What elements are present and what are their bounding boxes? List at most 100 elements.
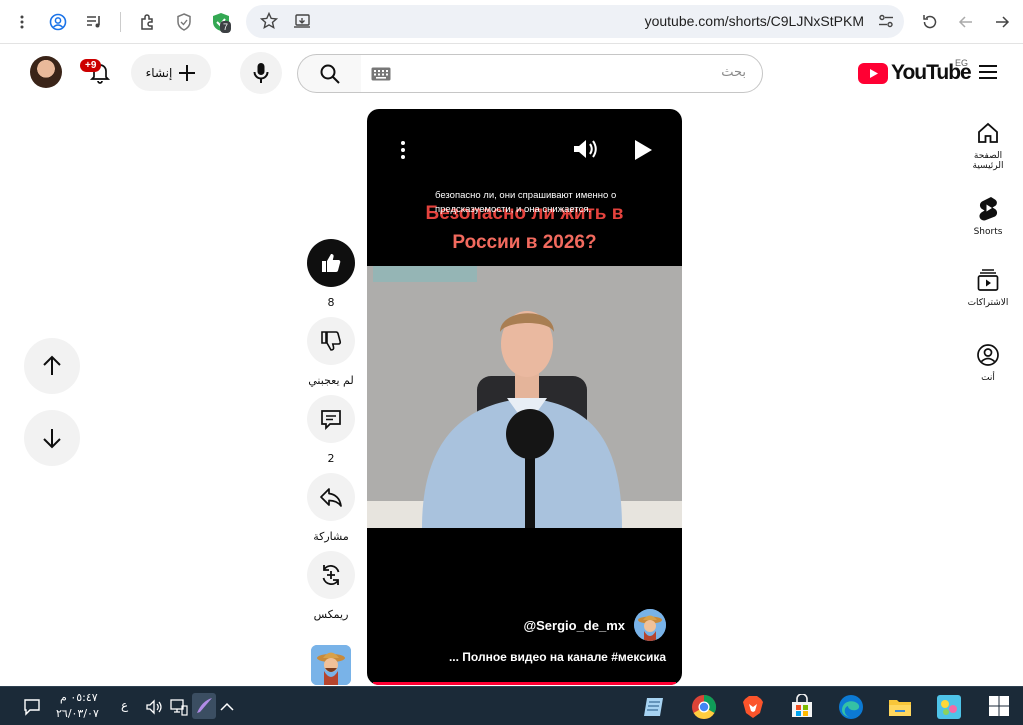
search-placeholder: بحث [721,65,746,80]
guide-item-shorts[interactable]: Shorts [958,195,1018,237]
pen-app-icon[interactable] [192,693,216,719]
video-description[interactable]: ... Полное видео на канале #мексика [449,650,666,664]
brave-app-icon[interactable] [740,694,766,720]
start-windows-icon[interactable] [987,694,1013,720]
share-label: مشاركة [313,530,349,543]
notepad-app-icon[interactable] [641,694,667,720]
profile-icon[interactable] [44,8,72,36]
shorts-icon [979,197,998,221]
like-count: 8 [327,296,335,309]
play-icon[interactable] [632,138,654,162]
edge-app-icon[interactable] [838,694,864,720]
plus-icon [179,64,196,81]
network-icon[interactable] [170,698,188,716]
remix-icon [322,565,340,585]
guide-item-label: أنت [981,373,995,383]
dislike-button[interactable] [307,317,355,365]
install-app-icon[interactable] [288,7,316,35]
you-icon [977,344,999,366]
share-action[interactable]: مشاركة [307,473,355,543]
remix-action[interactable]: ريمكس [307,551,355,621]
browser-toolbar: 7 youtube.com/shorts/C9LJNxStPKM [0,0,1023,44]
url-text[interactable]: youtube.com/shorts/C9LJNxStPKM [645,13,864,29]
guide-item-label: Shorts [973,227,1003,237]
chevron-up-icon[interactable] [218,698,236,716]
thumbs-down-icon [321,331,342,351]
shield-extension-icon[interactable] [170,8,198,36]
channel-avatar[interactable] [634,609,666,641]
voice-search-button[interactable] [240,52,282,94]
guide-item-you[interactable]: أنت [958,343,1018,383]
search-button[interactable] [297,54,361,93]
microphone-icon [253,63,269,83]
channel-name[interactable]: @Sergio_de_mx [523,618,625,633]
account-avatar[interactable] [30,56,62,88]
notifications-badge: +9 [80,59,102,72]
playback-progress-bar[interactable] [373,682,676,685]
like-button[interactable] [307,239,355,287]
browser-menu-icon[interactable] [8,8,36,36]
guide-item-label: الاشتراكات [967,298,1009,308]
like-action[interactable]: 8 [307,239,355,309]
sound-thumbnail[interactable] [311,645,351,685]
channel-mascot-icon [634,609,666,641]
keyboard-icon[interactable] [371,67,391,81]
taskbar-date[interactable]: ٢٦/٠٣/٠٧ [56,707,99,720]
title-line-2: России в 2026? [452,232,597,253]
channel-row[interactable]: @Sergio_de_mx [523,609,666,641]
store-app-icon[interactable] [789,694,815,720]
guide-item-label: الصفحة الرئيسية [972,151,1004,171]
toolbar-divider [120,12,121,32]
arrow-up-icon [43,355,61,375]
region-code: EG [955,58,969,68]
youtube-logo[interactable]: YouTube [858,61,972,85]
media-control-icon[interactable] [80,8,108,36]
guide-item-subscriptions[interactable]: الاشتراكات [958,268,1018,308]
video-caption: безопасно ли, они спрашивают именно о пр… [435,190,617,215]
volume-icon[interactable] [572,137,598,161]
video-scene-image [367,266,682,528]
previous-short-button[interactable] [24,338,80,394]
comment-icon [321,410,341,430]
comment-count: 2 [327,452,335,465]
speaker-icon[interactable] [145,698,163,716]
back-arrow-icon[interactable] [988,8,1016,36]
address-bar[interactable]: youtube.com/shorts/C9LJNxStPKM [246,5,904,38]
youtube-play-logo-icon [858,62,888,84]
subscriptions-icon [977,269,999,291]
dislike-action[interactable]: لم يعجبني [307,317,355,387]
search-input[interactable]: بحث [360,54,763,93]
bookmark-star-icon[interactable] [255,7,283,35]
thumbs-up-icon [322,254,341,272]
input-language[interactable]: ع [121,698,128,712]
arrow-down-icon [43,429,61,449]
notifications-center-icon[interactable] [23,698,41,716]
site-settings-icon[interactable] [872,7,900,35]
extension-badge: 7 [220,21,232,33]
file-explorer-app-icon[interactable] [887,694,913,720]
shorts-player[interactable]: Безопасно ли жить в России в 2026? безоп… [367,109,682,685]
reload-icon[interactable] [916,8,944,36]
dislike-label: لم يعجبني [308,374,354,387]
more-options-icon[interactable] [395,140,411,160]
extensions-icon[interactable] [134,8,162,36]
remix-button[interactable] [307,551,355,599]
share-button[interactable] [307,473,355,521]
guide-menu-icon[interactable] [977,63,999,81]
windows-taskbar: ٠٥:٤٧ م ٢٦/٠٣/٠٧ ع [0,686,1023,725]
channel-mascot-icon [311,645,351,685]
forward-arrow-icon[interactable] [952,8,980,36]
guide-item-home[interactable]: الصفحة الرئيسية [958,121,1018,171]
comment-action[interactable]: 2 [307,395,355,465]
share-icon [320,488,342,507]
taskbar-time[interactable]: ٠٥:٤٧ م [60,691,98,704]
create-label: إنشاء [145,65,173,80]
next-short-button[interactable] [24,410,80,466]
comment-button[interactable] [307,395,355,443]
chrome-app-icon[interactable] [691,694,717,720]
search-icon [320,64,340,84]
remix-label: ريمكس [313,608,349,621]
create-button[interactable]: إنشاء [131,54,211,91]
video-frame [367,266,682,528]
game-app-icon[interactable] [936,694,962,720]
